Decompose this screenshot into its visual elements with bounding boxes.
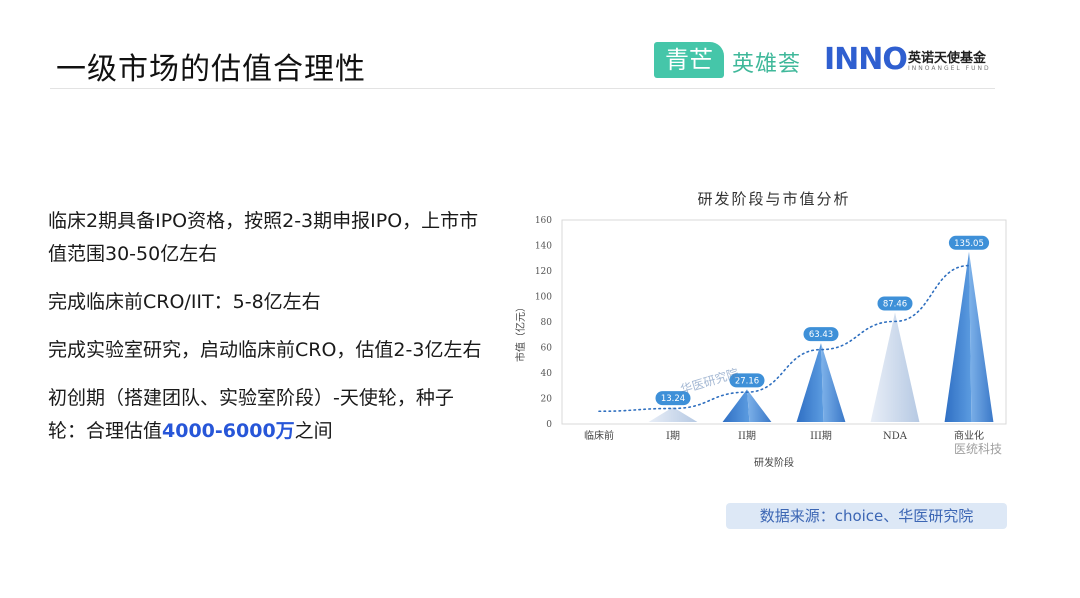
y-axis: 0 20 40 60 80 100 120 140 160	[535, 216, 552, 430]
point-seed-suffix: 之间	[294, 420, 333, 442]
x-tick-label: I期	[666, 430, 680, 442]
x-tick-label: II期	[738, 430, 756, 442]
page-title: 一级市场的估值合理性	[56, 52, 366, 87]
y-tick-label: 0	[546, 420, 552, 430]
bar	[870, 312, 920, 422]
y-tick-label: 120	[535, 267, 552, 277]
watermark-huayi: 华医研究院	[678, 365, 740, 397]
point-lab-research: 完成实验室研究，启动临床前CRO，估值2-3亿左右	[48, 339, 482, 361]
trend-line	[598, 264, 970, 413]
bar	[648, 407, 698, 422]
valuation-points: 临床2期具备IPO资格，按照2-3期申报IPO，上市市值范围30-50亿左右 完…	[48, 205, 488, 463]
chart-title: 研发阶段与市值分析	[697, 190, 850, 208]
x-axis-title: 研发阶段	[754, 456, 794, 469]
data-source: 数据来源：choice、华医研究院	[726, 503, 1007, 529]
y-axis-title: 市值（亿元）	[514, 302, 527, 362]
svg-text:135.05: 135.05	[954, 239, 984, 249]
yingxionghui-logo: 英雄荟	[732, 52, 802, 77]
y-tick-label: 80	[541, 318, 553, 328]
qingmang-logo-text: 青芒	[665, 46, 713, 74]
data-label: 87.46	[877, 296, 913, 311]
y-tick-label: 160	[535, 216, 552, 226]
y-tick-label: 140	[535, 242, 552, 252]
watermark-yitong: 医统科技	[954, 442, 1002, 456]
x-tick-label: 临床前	[584, 429, 614, 442]
data-label: 63.43	[803, 327, 839, 342]
y-tick-label: 40	[541, 369, 553, 379]
point-clinical-phase2: 临床2期具备IPO资格，按照2-3期申报IPO，上市市值范围30-50亿左右	[48, 210, 479, 265]
y-tick-label: 100	[535, 293, 552, 303]
y-tick-label: 60	[541, 344, 553, 354]
inno-logo-en: INNOANGEL FUND	[908, 65, 991, 72]
stage-valuation-chart: 研发阶段与市值分析 0 20 40 60 80 100 120 140 160 临床前 I期 II期…	[514, 190, 1007, 469]
x-tick-label: 商业化	[954, 429, 984, 442]
data-label: 135.05	[948, 235, 990, 250]
x-tick-label: NDA	[883, 431, 908, 442]
plot-frame	[561, 219, 1007, 425]
svg-text:63.43: 63.43	[809, 330, 833, 340]
title-divider	[50, 88, 995, 89]
bar	[944, 251, 994, 422]
y-tick-label: 20	[541, 395, 553, 405]
point-seed-stage: 初创期（搭建团队、实验室阶段）-天使轮，种子轮：合理估值4000-6000万之间	[48, 382, 488, 448]
inno-logo-cn: 英诺天使基金	[908, 51, 987, 66]
qingmang-logo: 青芒	[654, 42, 724, 78]
x-axis: 临床前 I期 II期 III期 NDA 商业化	[584, 429, 984, 442]
x-tick-label: III期	[810, 430, 832, 442]
bar	[722, 389, 772, 422]
point-preclinical-cro: 完成临床前CRO/IIT：5-8亿左右	[48, 291, 321, 313]
bar	[796, 343, 846, 422]
seed-valuation-highlight: 4000-6000万	[162, 420, 295, 442]
svg-text:87.46: 87.46	[883, 299, 907, 309]
inno-logo: INNO	[824, 42, 908, 77]
